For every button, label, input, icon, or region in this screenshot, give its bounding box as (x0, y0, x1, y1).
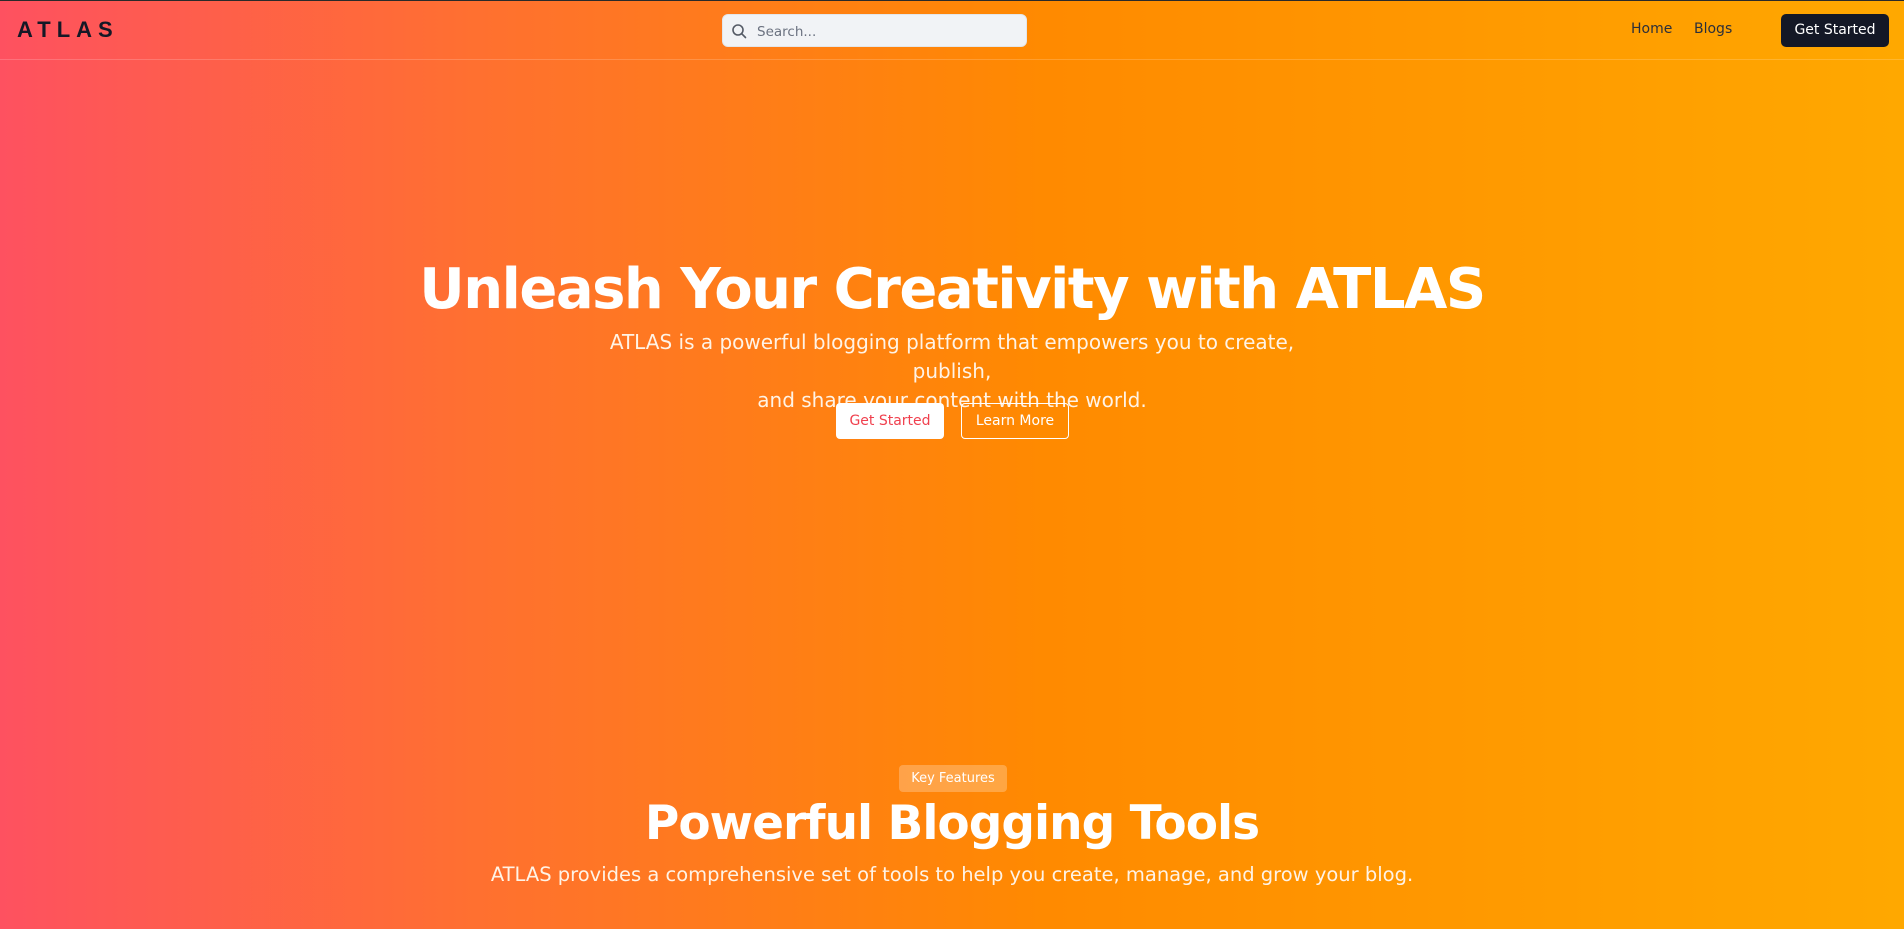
hero-subtitle-line-1: ATLAS is a powerful blogging platform th… (609, 330, 1295, 383)
search-box[interactable] (722, 14, 1027, 48)
hero-title: Unleash Your Creativity with ATLAS (419, 257, 1486, 322)
search-input[interactable] (755, 15, 1019, 48)
site-header: ATLAS Home Blogs Get Started (0, 1, 1904, 60)
nav-blogs-link[interactable]: Blogs (1694, 21, 1732, 37)
search-icon (731, 23, 747, 39)
key-features-badge: Key Features (899, 765, 1007, 792)
nav-home-link[interactable]: Home (1631, 21, 1672, 37)
hero-learn-more-button[interactable]: Learn More (961, 403, 1069, 439)
features-title: Powerful Blogging Tools (644, 796, 1260, 851)
logo[interactable]: ATLAS (17, 17, 119, 43)
hero-subtitle: ATLAS is a powerful blogging platform th… (582, 328, 1322, 415)
features-subtitle: ATLAS provides a comprehensive set of to… (490, 863, 1414, 886)
header-get-started-button[interactable]: Get Started (1781, 14, 1889, 47)
hero-subtitle-line-2: and share your content with the world. (757, 388, 1147, 412)
hero-get-started-button[interactable]: Get Started (836, 403, 944, 439)
